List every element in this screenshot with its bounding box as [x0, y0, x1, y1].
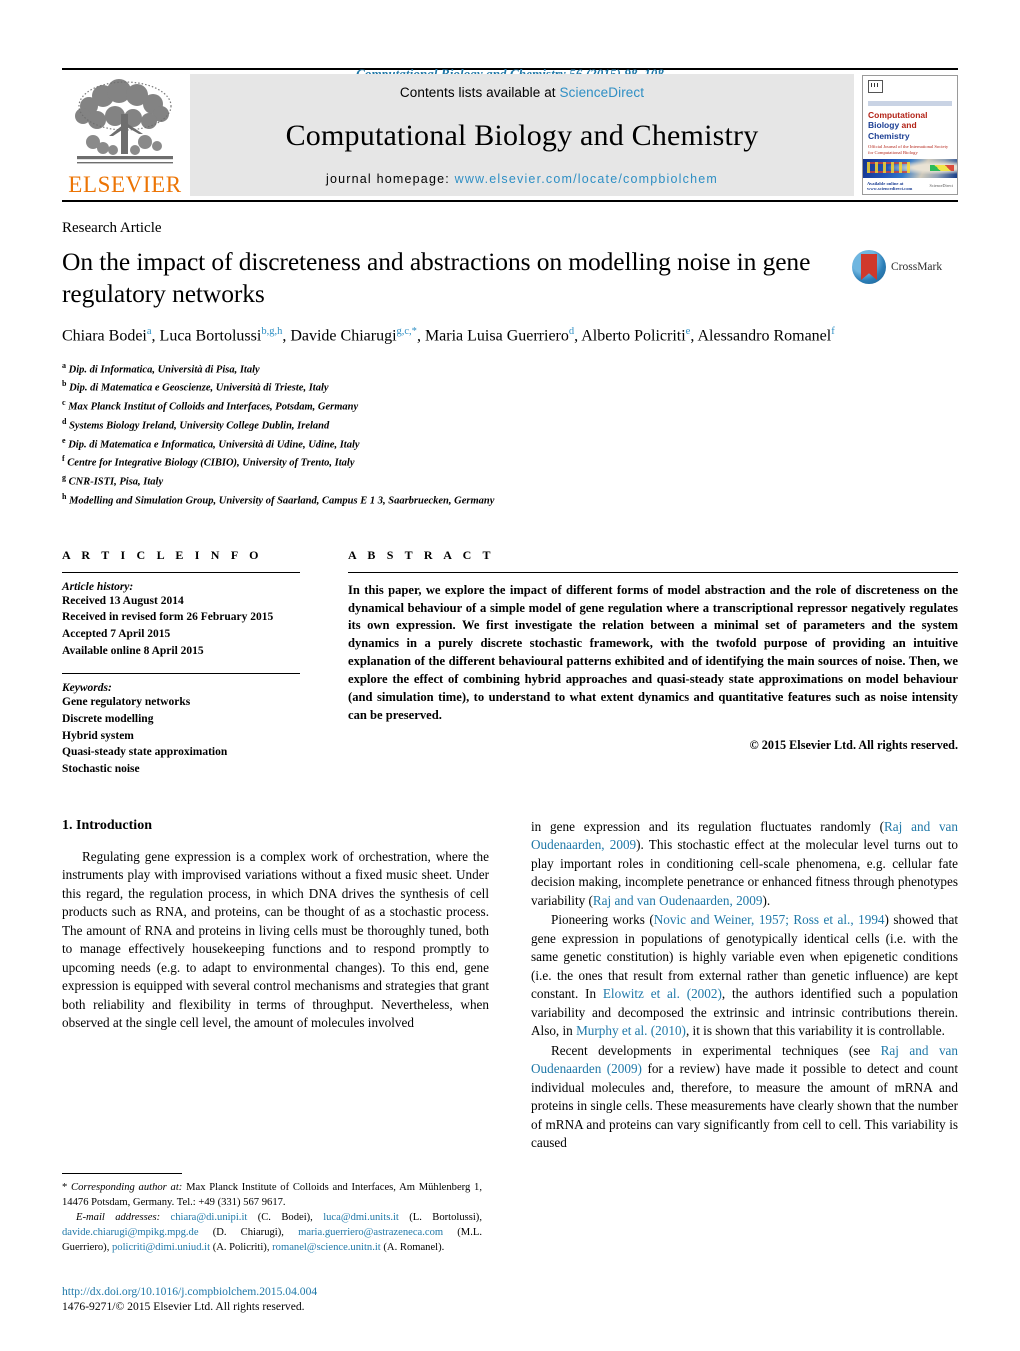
affiliation-item: h Modelling and Simulation Group, Univer…	[62, 491, 958, 510]
cover-title: Computational Biology and Chemistry	[868, 110, 952, 141]
paragraph: Recent developments in experimental tech…	[531, 1042, 958, 1150]
journal-title: Computational Biology and Chemistry	[285, 119, 759, 152]
footer-identifiers: http://dx.doi.org/10.1016/j.compbiolchem…	[62, 1283, 522, 1313]
affiliation-item: b Dip. di Matematica e Geoscienze, Unive…	[62, 378, 958, 397]
running-head: Computational Biology and Chemistry 56 (…	[62, 0, 958, 81]
body-columns: 1. Introduction Regulating gene expressi…	[62, 818, 958, 1154]
cover-header: Computational Biology and Chemistry Offi…	[863, 76, 957, 156]
keyword-item: Discrete modelling	[62, 713, 154, 726]
affiliation-item: e Dip. di Matematica e Informatica, Univ…	[62, 435, 958, 454]
affiliation-item: a Dip. di Informatica, Università di Pis…	[62, 360, 958, 379]
elsevier-logo: ELSEVIER	[62, 70, 188, 200]
body-column-left: 1. Introduction Regulating gene expressi…	[62, 818, 489, 1154]
cover-publisher-icon	[868, 80, 883, 93]
history-item: Received in revised form 26 February 201…	[62, 611, 274, 624]
homepage-url-link[interactable]: www.elsevier.com/locate/compbiolchem	[455, 172, 718, 186]
info-abstract-block: A R T I C L E I N F O Article history: R…	[62, 548, 958, 778]
keyword-item: Gene regulatory networks	[62, 696, 191, 709]
cover-foot-left: Available online at www.sciencedirect.co…	[867, 181, 913, 191]
footnote-block: * Corresponding author at: Max Planck In…	[62, 1172, 482, 1255]
history-item: Received 13 August 2014	[62, 594, 184, 607]
sciencedirect-link[interactable]: ScienceDirect	[560, 85, 645, 100]
affiliation-text: Systems Biology Ireland, University Coll…	[69, 420, 330, 432]
keyword-item: Hybrid system	[62, 729, 134, 742]
paragraph: Regulating gene expression is a complex …	[62, 848, 489, 1031]
paragraph: in gene expression and its regulation fl…	[531, 818, 958, 908]
cover-subtitle: Official Journal of the International So…	[868, 144, 949, 155]
body-column-right: in gene expression and its regulation fl…	[531, 818, 958, 1154]
issn-copyright-line: 1476-9271/© 2015 Elsevier Ltd. All right…	[62, 1300, 305, 1313]
affiliation-mark: f	[62, 454, 65, 464]
doi-link[interactable]: http://dx.doi.org/10.1016/j.compbiolchem…	[62, 1283, 522, 1300]
title-row: On the impact of discreteness and abstra…	[62, 246, 958, 310]
elsevier-wordmark: ELSEVIER	[68, 172, 182, 197]
article-info-heading: A R T I C L E I N F O	[62, 547, 263, 562]
history-item: Accepted 7 April 2015	[62, 628, 171, 641]
cover-foot-right: ScienceDirect	[929, 182, 953, 188]
journal-masthead: ELSEVIER Contents lists available at Sci…	[62, 68, 958, 202]
journal-cover-thumbnail[interactable]: Computational Biology and Chemistry Offi…	[862, 75, 958, 195]
abstract-text: In this paper, we explore the impact of …	[348, 582, 958, 722]
history-item: Available online 8 April 2015	[62, 644, 204, 657]
affiliation-list: a Dip. di Informatica, Università di Pis…	[62, 360, 958, 510]
page-title: On the impact of discreteness and abstra…	[62, 247, 811, 309]
keywords-label: Keywords:	[62, 682, 112, 695]
affiliation-text: CNR-ISTI, Pisa, Italy	[68, 476, 164, 488]
elsevier-tree-icon	[69, 76, 181, 172]
abstract-heading: A B S T R A C T	[348, 547, 495, 562]
corresponding-author-note: * Corresponding author at: Max Planck In…	[62, 1181, 482, 1208]
affiliation-text: Centre for Integrative Biology (CIBIO), …	[67, 457, 355, 469]
keywords-block: Keywords: Gene regulatory networks Discr…	[62, 673, 300, 777]
affiliation-mark: g	[62, 473, 66, 483]
cover-title-line1: Computational	[868, 110, 928, 120]
author-list: Chiara Bodeia, Luca Bortolussib,g,h, Dav…	[62, 326, 835, 345]
affiliation-mark: d	[62, 416, 67, 426]
paragraph: Pioneering works (Novic and Weiner, 1957…	[531, 912, 958, 1039]
affiliation-text: Dip. di Informatica, Università di Pisa,…	[68, 364, 260, 376]
affiliation-text: Modelling and Simulation Group, Universi…	[69, 495, 495, 507]
keyword-item: Quasi-steady state approximation	[62, 746, 228, 759]
email-addresses-note: E-mail addresses: chiara@di.unipi.it (C.…	[62, 1211, 482, 1253]
abstract-column: A B S T R A C T In this paper, we explor…	[348, 548, 958, 778]
cover-artwork	[863, 159, 957, 178]
affiliation-item: d Systems Biology Ireland, University Co…	[62, 416, 958, 435]
cover-title-line2b: and	[901, 120, 917, 131]
affiliation-item: f Centre for Integrative Biology (CIBIO)…	[62, 453, 958, 472]
affiliation-mark: b	[62, 379, 67, 389]
journal-homepage-line: journal homepage: www.elsevier.com/locat…	[326, 172, 718, 186]
affiliation-text: Dip. di Matematica e Informatica, Univer…	[68, 439, 360, 451]
affiliation-mark: e	[62, 435, 66, 445]
divider	[62, 1172, 182, 1174]
cover-footer: Available online at www.sciencedirect.co…	[863, 178, 957, 194]
crossmark-label: CrossMark	[891, 261, 943, 273]
keyword-item: Stochastic noise	[62, 763, 140, 776]
affiliation-mark: a	[62, 360, 66, 370]
article-history-label: Article history:	[62, 580, 134, 593]
affiliation-item: g CNR-ISTI, Pisa, Italy	[62, 472, 958, 491]
divider	[62, 673, 300, 675]
affiliation-item: c Max Planck Institut of Colloids and In…	[62, 397, 958, 416]
cover-title-line2a: Biology	[868, 120, 900, 131]
crossmark-icon	[852, 250, 886, 284]
affiliation-mark: c	[62, 398, 66, 408]
divider	[348, 571, 958, 573]
journal-banner: Contents lists available at ScienceDirec…	[190, 74, 854, 196]
homepage-prefix: journal homepage:	[325, 172, 455, 186]
article-type-label: Research Article	[62, 220, 162, 236]
affiliation-text: Dip. di Matematica e Geoscienze, Univers…	[69, 382, 329, 394]
divider	[62, 571, 300, 573]
article-info-column: A R T I C L E I N F O Article history: R…	[62, 548, 300, 778]
crossmark-badge[interactable]: CrossMark	[852, 246, 958, 284]
contents-list-line: Contents lists available at ScienceDirec…	[400, 85, 644, 100]
affiliation-text: Max Planck Institut of Colloids and Inte…	[68, 401, 359, 413]
copyright-line: © 2015 Elsevier Ltd. All rights reserved…	[749, 737, 958, 752]
contents-prefix: Contents lists available at	[399, 85, 560, 100]
article-page: Computational Biology and Chemistry 56 (…	[0, 0, 1020, 1351]
cover-title-line3: Chemistry	[868, 130, 910, 141]
section-title-introduction: 1. Introduction	[62, 817, 152, 833]
cover-accent-bar	[868, 101, 952, 106]
affiliation-mark: h	[62, 491, 67, 501]
